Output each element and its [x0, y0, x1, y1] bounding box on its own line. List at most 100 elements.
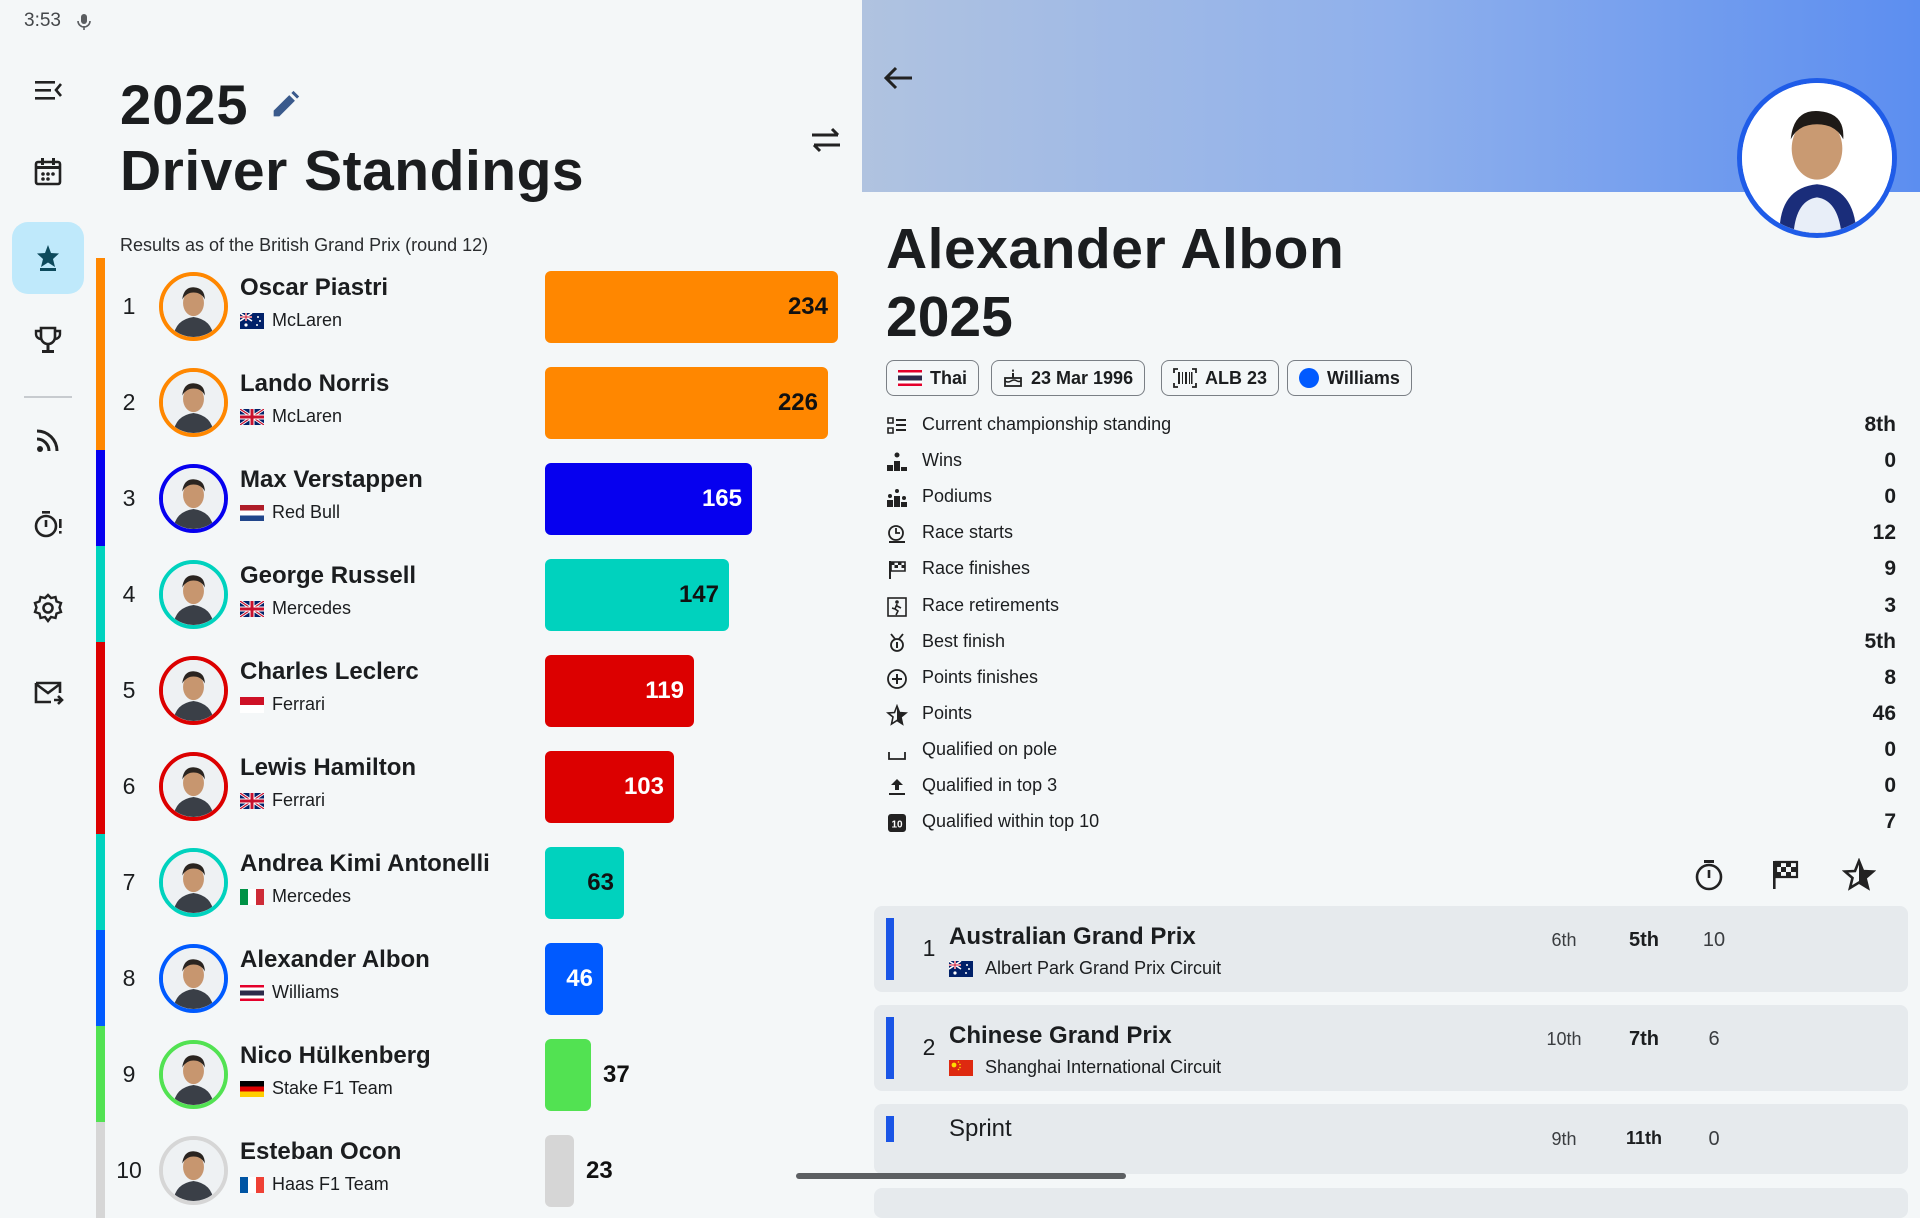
team-color-stripe — [886, 1017, 894, 1079]
driver-position: 9 — [122, 1061, 136, 1087]
driver-row[interactable]: 6 Lewis Hamilton Ferrari 103 — [96, 738, 856, 834]
driver-name: Lewis Hamilton — [240, 754, 417, 781]
nav-trophy[interactable] — [12, 304, 84, 376]
gesture-navigation-bar[interactable] — [796, 1173, 1126, 1179]
swap-icon[interactable] — [806, 120, 846, 160]
it-flag-icon — [240, 888, 264, 905]
driver-row[interactable]: 8 Alexander Albon Williams 46 — [96, 930, 856, 1026]
points-bar — [545, 1135, 574, 1207]
team-chip[interactable]: Williams — [1287, 360, 1412, 396]
wins-podium-icon — [887, 452, 907, 472]
svg-text:10: 10 — [891, 820, 903, 831]
driver-team: McLaren — [240, 310, 342, 331]
driver-season: 2025 — [886, 285, 1013, 349]
microphone-icon — [77, 14, 91, 30]
driver-row[interactable]: 1 Oscar Piastri McLaren 234 — [96, 258, 856, 354]
nav-timer[interactable] — [12, 488, 84, 560]
driver-portrait — [163, 1044, 224, 1105]
driver-name: Oscar Piastri — [240, 274, 389, 301]
race-result-card[interactable]: 2 Chinese Grand Prix Shanghai Internationa… — [874, 1005, 1908, 1091]
points-value: 37 — [603, 1061, 630, 1088]
stat-row: Points finishes 8 — [886, 660, 1896, 696]
nav-calendar[interactable] — [12, 136, 84, 208]
stat-value: 9 — [1884, 557, 1896, 581]
driver-team: Red Bull — [240, 502, 340, 523]
driver-name: Charles Leclerc — [240, 658, 419, 685]
nav-settings[interactable] — [12, 572, 84, 644]
driver-row[interactable]: 7 Andrea Kimi Antonelli Mercedes 63 — [96, 834, 856, 930]
mail-icon — [34, 681, 64, 705]
finish-position: 5th — [1629, 929, 1659, 951]
race-starts-icon — [888, 525, 905, 544]
race-points: 6 — [1708, 1028, 1720, 1050]
team-color-stripe — [886, 1116, 894, 1142]
edit-season-icon[interactable] — [268, 88, 302, 122]
nav-feed[interactable] — [12, 404, 84, 476]
driver-row[interactable]: 5 Charles Leclerc Ferrari 119 — [96, 642, 856, 738]
driver-position: 6 — [122, 773, 136, 799]
driver-name: Max Verstappen — [240, 466, 423, 493]
barcode-icon — [1173, 368, 1197, 388]
driver-position: 4 — [122, 581, 136, 607]
sprint-result-card[interactable]: Sprint 9th 11th 0 — [874, 1104, 1908, 1174]
th-flag-icon — [240, 984, 264, 1001]
driver-avatar — [159, 1136, 228, 1205]
driver-row[interactable]: 4 George Russell Mercedes 147 — [96, 546, 856, 642]
team-name: Ferrari — [272, 694, 325, 714]
driver-portrait — [1742, 83, 1892, 233]
team-name: Mercedes — [272, 598, 352, 618]
back-arrow-icon[interactable] — [880, 60, 916, 96]
race-round: 1 — [922, 935, 936, 961]
points-value: 226 — [777, 389, 818, 416]
stat-row: Wins 0 — [886, 443, 1896, 479]
driver-row[interactable]: 2 Lando Norris McLaren 226 — [96, 354, 856, 450]
finish-position: 7th — [1629, 1028, 1659, 1050]
menu-collapse-button[interactable] — [12, 54, 84, 126]
driver-portrait — [163, 1140, 224, 1201]
race-result-card[interactable] — [874, 1188, 1908, 1218]
nav-feedback[interactable] — [12, 656, 84, 728]
driver-team: Mercedes — [240, 598, 351, 619]
team-color-stripe — [96, 1122, 105, 1218]
stat-value: 0 — [1884, 774, 1896, 797]
retirement-icon — [887, 596, 907, 617]
driver-name: Lando Norris — [240, 370, 390, 397]
driver-name: George Russell — [240, 562, 417, 589]
calendar-icon — [34, 158, 62, 186]
team-color-stripe — [96, 1026, 105, 1122]
stat-label: Podiums — [922, 486, 993, 507]
stat-row: Points 46 — [886, 696, 1896, 732]
driver-row[interactable]: 9 Nico Hülkenberg Stake F1 Team 37 — [96, 1026, 856, 1122]
stat-value: 46 — [1872, 701, 1896, 725]
team-color-stripe — [886, 918, 894, 980]
nationality-chip[interactable]: Thai — [886, 360, 980, 396]
driver-row[interactable]: 10 Esteban Ocon Haas F1 Team 23 — [96, 1122, 856, 1218]
page-title: Driver Standings — [120, 139, 585, 203]
race-round: 2 — [922, 1034, 936, 1060]
points-value: 46 — [566, 965, 593, 992]
race-result-card[interactable]: 1 Australian Grand Prix Albert Park Grand … — [874, 906, 1908, 992]
team-color-stripe — [96, 354, 105, 450]
de-flag-icon — [240, 1080, 264, 1097]
results-note: Results as of the British Grand Prix (ro… — [120, 235, 489, 255]
nav-standings[interactable] — [12, 222, 84, 294]
cn-flag-icon — [949, 1059, 973, 1076]
stat-row: Race finishes 9 — [886, 551, 1896, 587]
stat-label: Race retirements — [922, 594, 1060, 615]
stat-row: Current championship standing 8th — [886, 407, 1896, 443]
driver-code-chip[interactable]: ALB 23 — [1161, 360, 1280, 396]
nav-divider — [24, 396, 72, 398]
race-points: 0 — [1708, 1128, 1720, 1150]
driver-avatar — [159, 848, 228, 917]
star-icon — [886, 703, 908, 726]
driver-name: Andrea Kimi Antonelli — [240, 850, 490, 877]
race-name: Australian Grand Prix — [949, 923, 1196, 950]
birthdate-chip[interactable]: 23 Mar 1996 — [991, 360, 1146, 396]
driver-portrait — [163, 372, 224, 433]
driver-avatar — [159, 1040, 228, 1109]
points-value: 234 — [787, 293, 828, 320]
driver-row[interactable]: 3 Max Verstappen Red Bull 165 — [96, 450, 856, 546]
stat-label: Qualified within top 10 — [922, 811, 1100, 832]
birthdate-label: 23 Mar 1996 — [1031, 367, 1134, 388]
stat-value: 0 — [1884, 449, 1896, 473]
